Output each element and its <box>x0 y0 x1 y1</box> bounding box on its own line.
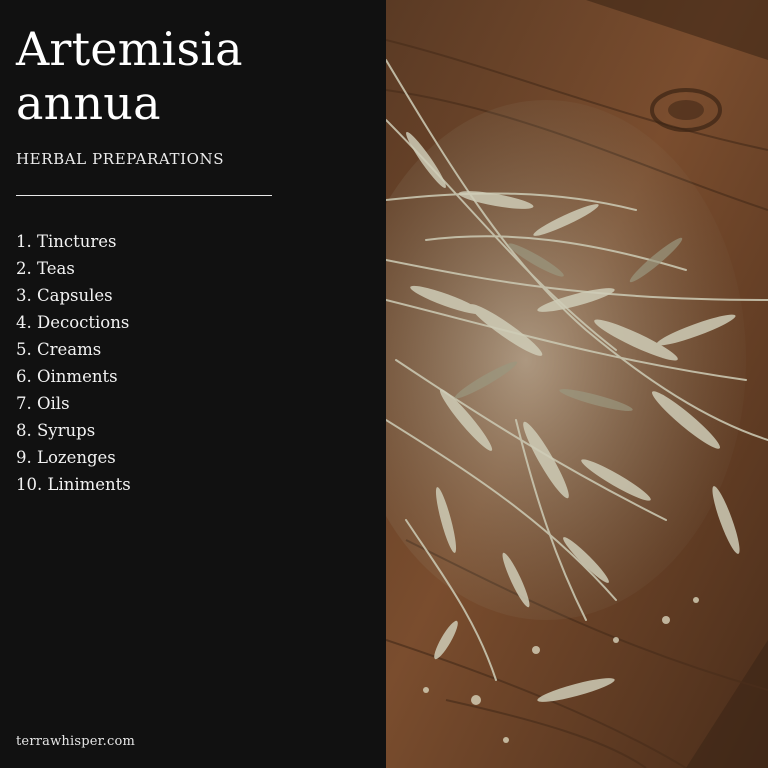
text-panel: Artemisia annua HERBAL PREPARATIONS 1. T… <box>0 0 386 768</box>
list-item: 3. Capsules <box>16 286 113 305</box>
page-title: Artemisia annua <box>16 22 243 130</box>
infographic-card: Artemisia annua HERBAL PREPARATIONS 1. T… <box>0 0 768 768</box>
list-item: 5. Creams <box>16 340 102 359</box>
list-item: 10. Liniments <box>16 475 131 494</box>
title-line-2: annua <box>16 76 161 130</box>
list-item: 6. Oinments <box>16 367 118 386</box>
subtitle: HERBAL PREPARATIONS <box>16 150 225 168</box>
divider <box>16 195 272 196</box>
list-item: 9. Lozenges <box>16 448 116 467</box>
herb-photo-illustration <box>386 0 768 768</box>
site-url: terrawhisper.com <box>16 734 135 749</box>
herb-photo <box>386 0 768 768</box>
list-item: 7. Oils <box>16 394 70 413</box>
list-item: 4. Decoctions <box>16 313 130 332</box>
list-item: 1. Tinctures <box>16 232 117 251</box>
preparation-list: 1. Tinctures 2. Teas 3. Capsules 4. Deco… <box>16 228 131 498</box>
list-item: 2. Teas <box>16 259 75 278</box>
list-item: 8. Syrups <box>16 421 96 440</box>
title-line-1: Artemisia <box>16 22 243 76</box>
